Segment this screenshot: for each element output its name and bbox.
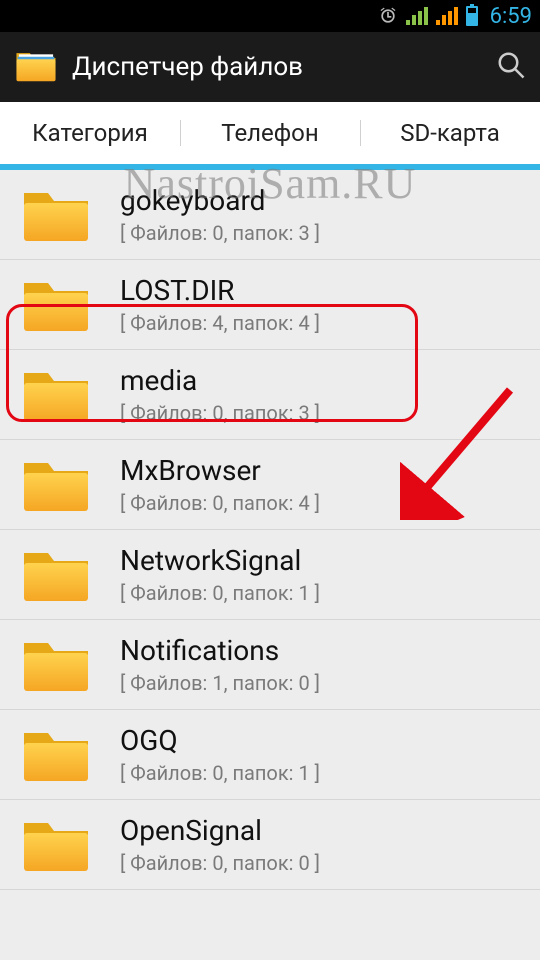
folder-count: [ Файлов: 0, папок: 3 ] [120,401,320,425]
folder-icon [20,365,92,425]
signal-sim2-icon [436,7,458,25]
folder-icon [20,455,92,515]
tab-sdcard[interactable]: SD-карта [360,102,540,164]
folder-count: [ Файлов: 1, папок: 0 ] [120,671,320,695]
list-item[interactable]: OGQ [ Файлов: 0, папок: 1 ] [0,710,540,800]
list-item[interactable]: media [ Файлов: 0, папок: 3 ] [0,350,540,440]
folder-name: Notifications [120,634,320,667]
file-list[interactable]: gokeyboard [ Файлов: 0, папок: 3 ] LOST.… [0,170,540,890]
list-item[interactable]: NetworkSignal [ Файлов: 0, папок: 1 ] [0,530,540,620]
folder-count: [ Файлов: 0, папок: 1 ] [120,581,320,605]
folder-count: [ Файлов: 0, папок: 3 ] [120,221,320,245]
status-clock: 6:59 [490,4,532,29]
app-title: Диспетчер файлов [72,52,496,82]
alarm-icon [378,6,398,26]
folder-name: LOST.DIR [120,274,320,307]
folder-icon [20,275,92,335]
search-icon[interactable] [496,50,526,84]
folder-icon [20,635,92,695]
battery-icon [466,6,478,26]
tab-label: SD-карта [400,119,500,147]
app-folder-icon [14,47,58,87]
folder-count: [ Файлов: 0, папок: 4 ] [120,491,320,515]
status-bar: 6:59 [0,0,540,32]
folder-name: OGQ [120,724,320,757]
list-item[interactable]: Notifications [ Файлов: 1, папок: 0 ] [0,620,540,710]
list-item[interactable]: MxBrowser [ Файлов: 0, папок: 4 ] [0,440,540,530]
tab-label: Телефон [221,119,318,147]
folder-icon [20,545,92,605]
list-item[interactable]: LOST.DIR [ Файлов: 4, папок: 4 ] [0,260,540,350]
tab-phone[interactable]: Телефон [180,102,360,164]
tab-label: Категория [32,119,148,147]
folder-count: [ Файлов: 4, папок: 4 ] [120,311,320,335]
list-item[interactable]: gokeyboard [ Файлов: 0, папок: 3 ] [0,170,540,260]
folder-name: MxBrowser [120,454,320,487]
signal-sim1-icon [406,7,428,25]
tab-category[interactable]: Категория [0,102,180,164]
folder-name: OpenSignal [120,814,320,847]
tabs: Категория Телефон SD-карта [0,102,540,164]
folder-icon [20,815,92,875]
folder-icon [20,725,92,785]
folder-name: NetworkSignal [120,544,320,577]
folder-icon [20,185,92,245]
folder-name: media [120,364,320,397]
folder-count: [ Файлов: 0, папок: 0 ] [120,851,320,875]
folder-name: gokeyboard [120,184,320,217]
list-item[interactable]: OpenSignal [ Файлов: 0, папок: 0 ] [0,800,540,890]
app-header: Диспетчер файлов [0,32,540,102]
folder-count: [ Файлов: 0, папок: 1 ] [120,761,320,785]
